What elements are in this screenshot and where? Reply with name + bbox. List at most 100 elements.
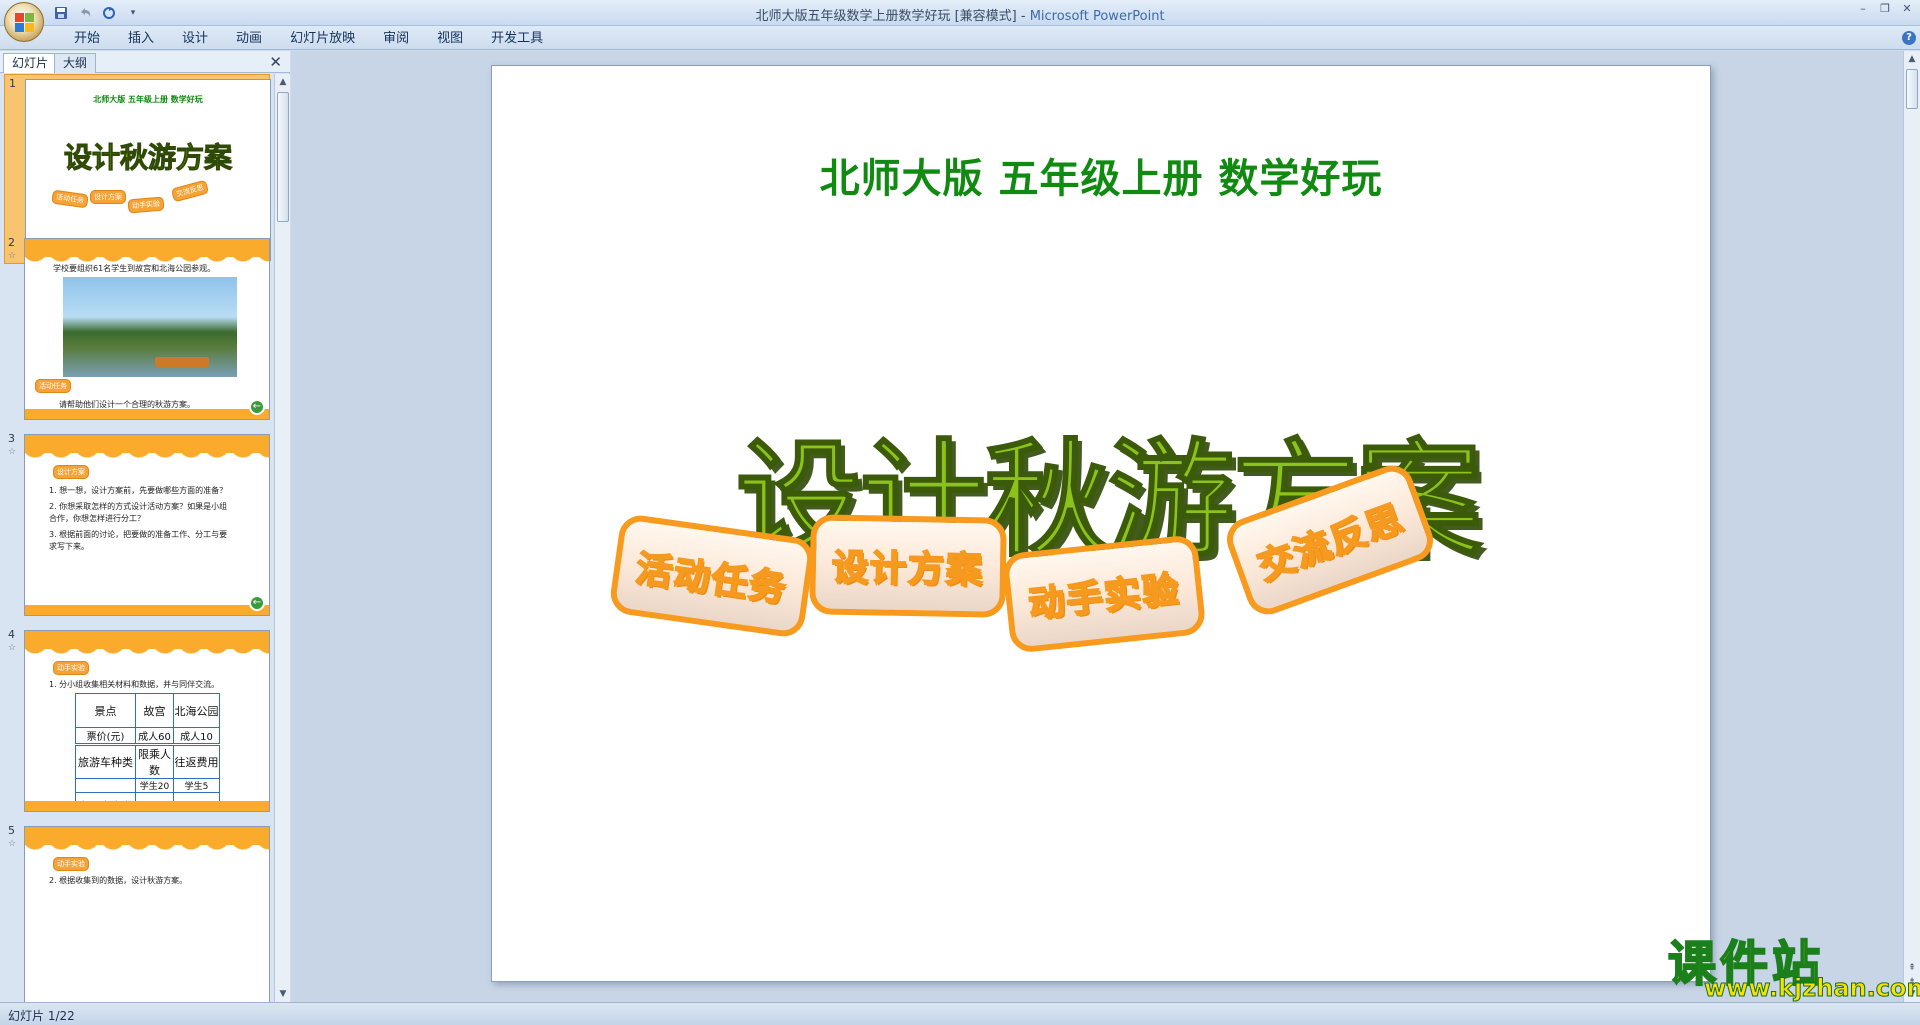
scroll-down-icon[interactable]: ▼: [277, 988, 289, 1000]
thumbnail-preview: 动手实验 2. 根据收集到的数据，设计秋游方案。: [24, 826, 270, 1002]
slide-thumbnail-3[interactable]: 3 ☆ 设计方案 1. 想一想，设计方案前，先要做哪些方面的准备？ 2. 你想采…: [4, 430, 270, 620]
app-name: Microsoft PowerPoint: [1029, 9, 1165, 24]
ribbon: 开始 插入 设计 动画 幻灯片放映 审阅 视图 开发工具 ?: [0, 26, 1920, 50]
thumb3-item-5: 求写下来。: [49, 542, 89, 551]
animation-star-icon: ☆: [8, 839, 17, 849]
previous-slide-icon[interactable]: ⇞: [1906, 962, 1918, 974]
slide-editor: 北师大版 五年级上册 数学好玩 设计秋游方案 设计秋游方案 活动任务 设计方案 …: [291, 51, 1903, 1002]
back-arrow-icon: ←: [249, 399, 265, 415]
tab-animations[interactable]: 动画: [222, 30, 276, 48]
slide-scrollbar[interactable]: ▲ ⇞ ⇟ ▼: [1903, 51, 1920, 1002]
animation-star-icon: ☆: [8, 643, 17, 653]
thumb2-tag: 活动任务: [35, 379, 71, 393]
thumb1-title: 设计秋游方案: [63, 141, 232, 175]
thumb4-line1: 1. 分小组收集相关材料和数据，并与同伴交流。: [49, 680, 220, 689]
thumb1-tag-1: 活动任务: [51, 189, 89, 209]
sticker-label: 动手实验: [1026, 568, 1183, 627]
tab-insert[interactable]: 插入: [114, 30, 168, 48]
title-bar: ▾ 北师大版五年级数学上册数学好玩 [兼容模式] - Microsoft Pow…: [0, 0, 1920, 42]
thumb-wave-decoration: [25, 801, 269, 811]
help-icon[interactable]: ?: [1902, 31, 1916, 45]
table-cell: 北海公园: [173, 693, 220, 728]
site-watermark: 课件站 www.kjzhan.com: [1667, 924, 1920, 1003]
thumbnail-number: 5: [8, 824, 15, 837]
ribbon-tabs: 开始 插入 设计 动画 幻灯片放映 审阅 视图 开发工具: [60, 30, 557, 48]
thumbnail-preview: 动手实验 1. 分小组收集相关材料和数据，并与同伴交流。 景点 故宫 北海公园 …: [24, 630, 270, 812]
watermark-url: www.kjzhan.com: [1703, 974, 1920, 1003]
thumb-wave-decoration: [25, 239, 269, 263]
thumb-wave-decoration: [25, 409, 269, 419]
thumbnails-scrollbar[interactable]: ▲ ▼: [274, 74, 290, 1002]
thumb2-park-photo: [63, 277, 237, 377]
thumb1-subtitle: 北师大版 五年级上册 数学好玩: [93, 95, 203, 104]
thumb4-table-1: 景点 故宫 北海公园 票价(元) 成人60 成人10: [75, 693, 220, 744]
table-cell: 旅游车种类: [75, 745, 136, 779]
table-cell: 往返费用: [173, 745, 220, 779]
tab-slides[interactable]: 幻灯片: [3, 53, 58, 73]
thumb-wave-decoration: [25, 435, 269, 459]
slide-thumbnail-5[interactable]: 5 ☆ 动手实验 2. 根据收集到的数据，设计秋游方案。: [4, 822, 270, 1002]
sticker-label: 设计方案: [831, 547, 986, 593]
thumb-wave-decoration: [25, 827, 269, 851]
table-cell: 成人10: [173, 727, 220, 744]
scrollbar-thumb[interactable]: [1906, 69, 1918, 109]
sticker-label: 活动任务: [632, 548, 790, 612]
slides-pane: 幻灯片 大纲 ✕ 1 北师大版 五年级上册 数学好玩 设计秋游方案 活动任务 设…: [0, 51, 290, 1002]
boat-shape: [155, 357, 209, 367]
tab-view[interactable]: 视图: [423, 30, 477, 48]
thumb3-tag: 设计方案: [53, 465, 89, 479]
thumb1-tag-2: 设计方案: [90, 190, 126, 204]
tab-home[interactable]: 开始: [60, 30, 114, 48]
thumb3-item-4: 3. 根据前面的讨论，把要做的准备工作、分工与要: [49, 530, 228, 539]
slide-counter: 幻灯片 1/22: [8, 1009, 75, 1023]
thumb-wave-decoration: [25, 631, 269, 655]
thumbnail-number: 4: [8, 628, 15, 641]
thumbnail-preview: 设计方案 1. 想一想，设计方案前，先要做哪些方面的准备？ 2. 你想采取怎样的…: [24, 434, 270, 616]
hands-on-button[interactable]: 动手实验: [1001, 534, 1207, 654]
thumb5-line1: 2. 根据收集到的数据，设计秋游方案。: [49, 876, 188, 885]
table-cell: 学生5: [173, 778, 220, 793]
office-button[interactable]: [4, 2, 44, 42]
slide-thumbnail-4[interactable]: 4 ☆ 动手实验 1. 分小组收集相关材料和数据，并与同伴交流。 景点 故宫 北…: [4, 626, 270, 816]
thumb1-tag-3: 动手实验: [127, 196, 165, 214]
restore-icon[interactable]: ❐: [1876, 2, 1894, 18]
tab-review[interactable]: 审阅: [369, 30, 423, 48]
thumb1-tag-4: 交流反思: [170, 179, 210, 203]
scrollbar-thumb[interactable]: [277, 92, 289, 222]
pane-tabs: 幻灯片 大纲 ✕: [0, 51, 290, 73]
slide-thumbnail-2[interactable]: 2 ☆ 学校要组织61名学生到故宫和北海公园参观。 活动任务 请帮助他们设计一个…: [4, 234, 270, 424]
tab-developer[interactable]: 开发工具: [477, 30, 557, 48]
thumb4-tag: 动手实验: [53, 661, 89, 675]
window-title: 北师大版五年级数学上册数学好玩 [兼容模式] - Microsoft Power…: [0, 5, 1920, 24]
office-logo-icon: [15, 13, 35, 33]
thumbnail-number: 3: [8, 432, 15, 445]
table-cell: 限乘人数: [135, 745, 174, 779]
thumbnail-number: 1: [9, 77, 16, 90]
thumb3-item-3: 合作，你想怎样进行分工？: [49, 514, 145, 523]
table-cell: [75, 778, 136, 793]
current-slide[interactable]: 北师大版 五年级上册 数学好玩 设计秋游方案 设计秋游方案 活动任务 设计方案 …: [491, 65, 1711, 982]
table-cell: 故宫: [135, 693, 174, 728]
animation-star-icon: ☆: [8, 447, 17, 457]
close-icon[interactable]: ✕: [1898, 2, 1916, 18]
slide-subtitle[interactable]: 北师大版 五年级上册 数学好玩: [492, 146, 1710, 204]
document-title: 北师大版五年级数学上册数学好玩 [兼容模式]: [755, 9, 1017, 24]
thumb3-item-2: 2. 你想采取怎样的方式设计活动方案？如果是小组: [49, 502, 228, 511]
tab-design[interactable]: 设计: [168, 30, 222, 48]
slide-thumbnail-list: 1 北师大版 五年级上册 数学好玩 设计秋游方案 活动任务 设计方案 动手实验 …: [0, 74, 274, 1002]
back-arrow-icon: ←: [249, 595, 265, 611]
scroll-up-icon[interactable]: ▲: [277, 76, 289, 88]
animation-star-icon: ☆: [8, 251, 17, 261]
tab-slideshow[interactable]: 幻灯片放映: [276, 30, 369, 48]
tab-outline[interactable]: 大纲: [54, 53, 97, 73]
thumb3-item-1: 1. 想一想，设计方案前，先要做哪些方面的准备？: [49, 486, 228, 495]
table-cell: 学生20: [135, 778, 174, 793]
scroll-up-icon[interactable]: ▲: [1906, 53, 1918, 65]
thumbnail-number: 2: [8, 236, 15, 249]
pane-close-icon[interactable]: ✕: [269, 53, 282, 71]
status-bar: 幻灯片 1/22: [0, 1002, 1920, 1025]
table-cell: 成人60: [135, 727, 174, 744]
design-plan-button[interactable]: 设计方案: [809, 514, 1007, 618]
minimize-icon[interactable]: –: [1854, 2, 1872, 18]
window-controls: – ❐ ✕: [1854, 2, 1916, 18]
